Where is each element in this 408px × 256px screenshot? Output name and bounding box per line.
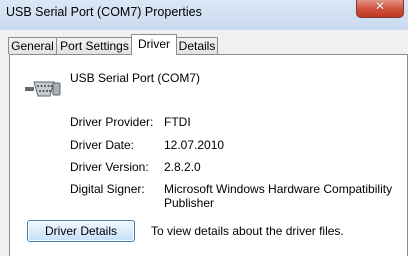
driver-tab-panel: USB Serial Port (COM7) Driver Provider: …	[9, 54, 408, 256]
driver-provider-label: Driver Provider:	[70, 115, 154, 129]
driver-details-description: To view details about the driver files.	[151, 224, 344, 238]
properties-window: USB Serial Port (COM7) Properties ✕ Gene…	[0, 0, 408, 256]
digital-signer-line: Publisher	[164, 196, 215, 210]
tab-general[interactable]: General	[8, 37, 57, 54]
window-title: USB Serial Port (COM7) Properties	[6, 5, 202, 19]
close-icon: ✕	[374, 0, 386, 13]
serial-port-icon	[25, 81, 61, 97]
driver-version-value: 2.8.2.0	[164, 160, 201, 174]
tab-port-settings[interactable]: Port Settings	[56, 37, 133, 54]
digital-signer-label: Digital Signer:	[70, 182, 145, 196]
driver-date-label: Driver Date:	[70, 138, 135, 152]
driver-date-value: 12.07.2010	[164, 138, 225, 152]
digital-signer-line: Microsoft Windows Hardware Compatibility	[164, 182, 393, 196]
driver-details-button[interactable]: Driver Details	[27, 220, 135, 242]
tab-label: Port Settings	[60, 39, 129, 53]
tab-label: Details	[178, 39, 216, 53]
driver-details-button-label: Driver Details	[44, 224, 117, 238]
close-button[interactable]: ✕	[356, 0, 404, 18]
title-bar: USB Serial Port (COM7) Properties ✕	[0, 0, 408, 30]
tab-label: General	[11, 39, 54, 53]
driver-version-label: Driver Version:	[70, 160, 149, 174]
device-name: USB Serial Port (COM7)	[70, 71, 201, 85]
tab-driver[interactable]: Driver	[131, 34, 177, 55]
driver-provider-value: FTDI	[164, 115, 191, 129]
digital-signer-value: Microsoft Windows Hardware Compatibility…	[164, 182, 392, 210]
tab-label: Driver	[138, 37, 170, 51]
tab-details[interactable]: Details	[176, 37, 218, 54]
